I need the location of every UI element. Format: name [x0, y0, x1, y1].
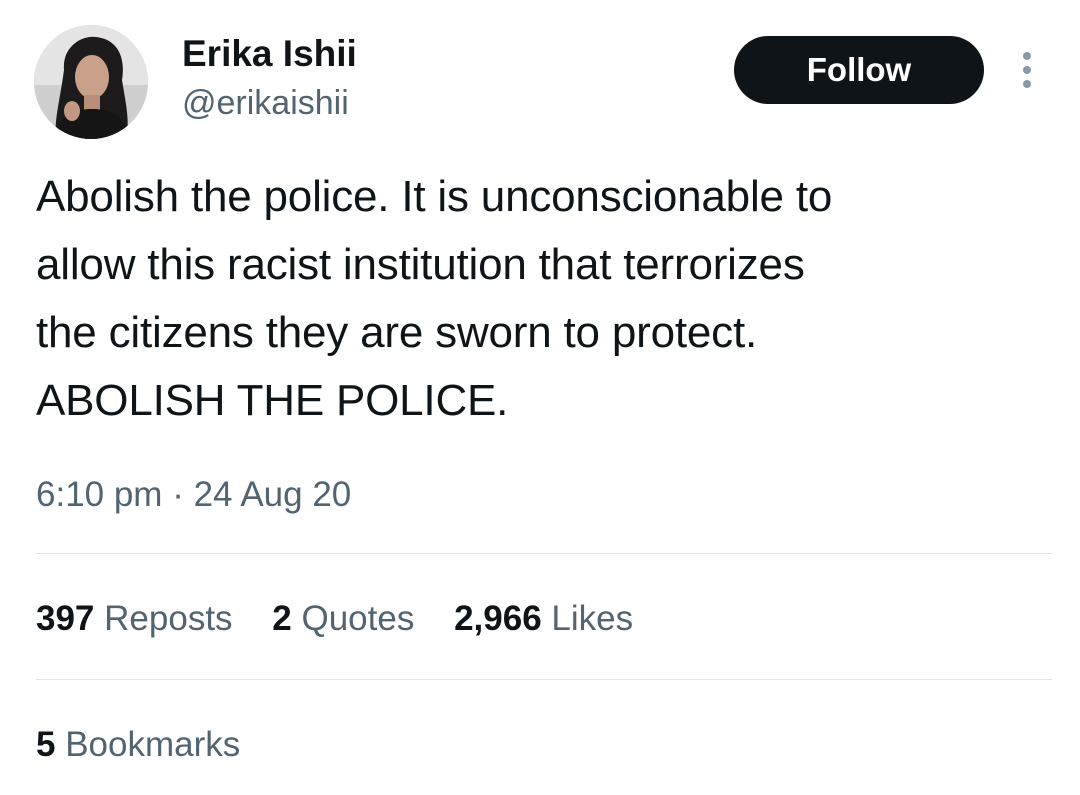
divider — [36, 553, 1052, 554]
reposts-label: Reposts — [104, 599, 233, 638]
engagement-stats: 397 Reposts 2 Quotes 2,966 Likes — [36, 596, 663, 642]
author-display-name[interactable]: Erika Ishii — [182, 33, 357, 75]
avatar[interactable] — [34, 25, 148, 139]
bookmarks-stat[interactable]: 5 Bookmarks — [36, 722, 240, 768]
reposts-count: 397 — [36, 599, 95, 638]
quotes-label: Quotes — [301, 599, 415, 638]
bookmarks-count: 5 — [36, 725, 56, 764]
tweet-time: 6:10 pm — [36, 475, 163, 514]
tweet-date: 24 Aug 20 — [193, 475, 352, 514]
likes-stat[interactable]: 2,966 Likes — [454, 596, 633, 642]
avatar-image — [34, 25, 148, 139]
reposts-stat[interactable]: 397 Reposts — [36, 596, 233, 642]
follow-button[interactable]: Follow — [734, 36, 984, 104]
likes-label: Likes — [551, 599, 634, 638]
tweet-text-line: Abolish the police. It is unconscionable… — [36, 172, 833, 221]
quotes-count: 2 — [272, 599, 292, 638]
likes-count: 2,966 — [454, 599, 542, 638]
tweet-text-line: ABOLISH THE POLICE. — [36, 376, 509, 425]
tweet-timestamp[interactable]: 6:10 pm · 24 Aug 20 — [36, 473, 351, 517]
quotes-stat[interactable]: 2 Quotes — [272, 596, 414, 642]
bookmarks-label: Bookmarks — [65, 725, 241, 764]
tweet-text: Abolish the police. It is unconscionable… — [36, 163, 1046, 435]
divider — [36, 679, 1052, 680]
author-handle[interactable]: @erikaishii — [182, 83, 349, 123]
more-vertical-icon[interactable] — [1012, 48, 1042, 92]
timestamp-separator: · — [172, 475, 184, 514]
tweet-text-line: allow this racist institution that terro… — [36, 240, 805, 289]
tweet-text-line: the citizens they are sworn to protect. — [36, 308, 757, 357]
